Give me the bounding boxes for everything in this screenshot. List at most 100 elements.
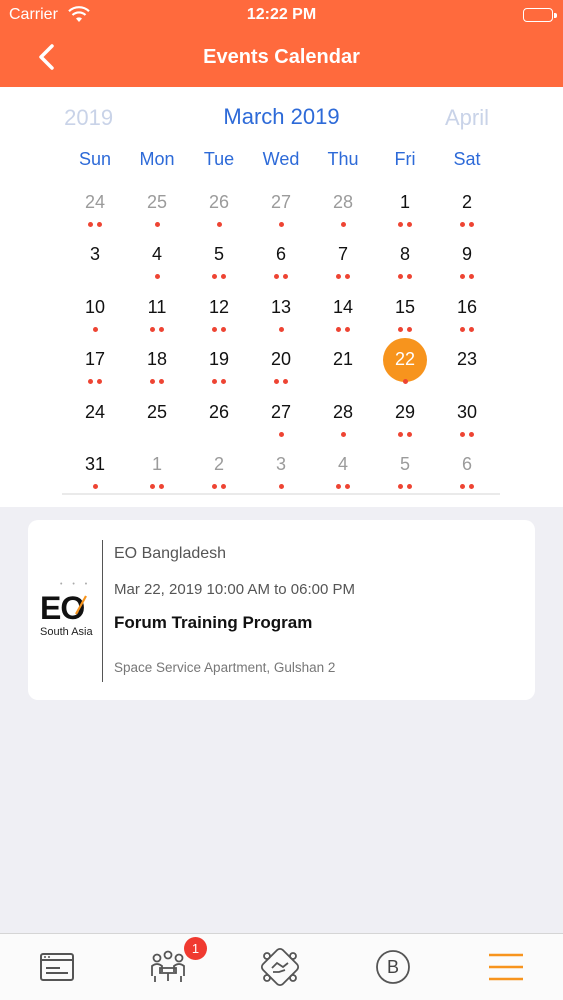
- day-cell[interactable]: 2: [436, 188, 498, 240]
- tab-browser[interactable]: [36, 946, 78, 988]
- event-dot: [283, 274, 288, 280]
- event-dot: [278, 484, 284, 489]
- event-dots: [374, 379, 436, 387]
- day-number: 22: [394, 349, 416, 370]
- day-number: 6: [275, 244, 286, 265]
- day-cell[interactable]: 24: [64, 398, 126, 450]
- page-title: Events Calendar: [203, 46, 360, 68]
- tab-b[interactable]: B: [372, 946, 414, 988]
- day-cell[interactable]: 28: [312, 398, 374, 450]
- event-dots: [188, 274, 250, 282]
- event-dot: [469, 274, 474, 280]
- day-cell[interactable]: 28: [312, 188, 374, 240]
- day-cell[interactable]: 3: [64, 240, 126, 292]
- day-cell[interactable]: 15: [374, 293, 436, 345]
- day-cell[interactable]: 14: [312, 293, 374, 345]
- day-number: 5: [213, 244, 224, 265]
- next-month-label[interactable]: April: [445, 105, 489, 131]
- event-dot: [278, 222, 284, 227]
- day-cell[interactable]: 21: [312, 345, 374, 397]
- event-dot: [460, 326, 465, 332]
- day-number: 13: [270, 296, 292, 317]
- event-dot: [345, 326, 350, 332]
- day-cell[interactable]: 4: [126, 240, 188, 292]
- event-dot: [216, 222, 222, 227]
- event-dot: [278, 431, 284, 437]
- day-cell[interactable]: 27: [250, 398, 312, 450]
- day-number: 20: [270, 349, 292, 370]
- day-cell[interactable]: 26: [188, 188, 250, 240]
- event-dots: [374, 222, 436, 230]
- day-cell[interactable]: 10: [64, 293, 126, 345]
- day-cell[interactable]: 11: [126, 293, 188, 345]
- weekday-label: Fri: [394, 149, 416, 169]
- day-cell[interactable]: 17: [64, 345, 126, 397]
- event-dots: [188, 326, 250, 335]
- day-cell[interactable]: 25: [126, 398, 188, 450]
- weekday-label: Thu: [327, 149, 359, 169]
- event-dots: [312, 222, 374, 230]
- day-cell[interactable]: 9: [436, 240, 498, 292]
- event-dots: [126, 326, 188, 335]
- day-cell[interactable]: 16: [436, 293, 498, 345]
- day-cell[interactable]: 23: [436, 345, 498, 397]
- event-dot: [159, 379, 164, 385]
- day-cell[interactable]: 12: [188, 293, 250, 345]
- day-cell[interactable]: 30: [436, 398, 498, 450]
- day-cell[interactable]: 29: [374, 398, 436, 450]
- event-dot: [407, 326, 412, 332]
- battery-icon: [523, 8, 557, 22]
- day-cell[interactable]: 7: [312, 240, 374, 292]
- tab-partners[interactable]: [259, 946, 301, 988]
- day-cell[interactable]: 5: [188, 240, 250, 292]
- event-dots: [126, 432, 188, 440]
- event-dot: [345, 274, 350, 280]
- day-number: 2: [461, 192, 472, 212]
- event-dots: [312, 326, 374, 335]
- event-dot: [283, 379, 288, 385]
- browser-icon: [40, 953, 74, 981]
- event-dot: [212, 326, 217, 332]
- event-dot: [336, 326, 341, 332]
- day-number: 4: [151, 244, 162, 265]
- tab-meetings[interactable]: [147, 946, 189, 988]
- day-cell-selected[interactable]: 22: [374, 338, 436, 397]
- tab-menu[interactable]: [485, 946, 527, 988]
- event-dots: [312, 379, 374, 387]
- day-cell[interactable]: 26: [188, 398, 250, 450]
- day-number: 12: [208, 296, 230, 317]
- event-dot: [159, 326, 164, 332]
- event-dot: [221, 326, 226, 332]
- event-dot: [97, 222, 102, 227]
- day-number: 10: [84, 296, 106, 317]
- event-dots: [374, 274, 436, 282]
- event-dots: [250, 431, 312, 440]
- event-dots: [64, 432, 126, 440]
- logo-region: South Asia: [40, 626, 93, 638]
- event-dot: [159, 484, 164, 489]
- day-cell[interactable]: 20: [250, 345, 312, 397]
- handshake-icon: [260, 947, 300, 987]
- event-card[interactable]: • • • EO South Asia EO Bangladesh Mar 22…: [28, 520, 535, 700]
- day-cell[interactable]: 25: [126, 188, 188, 240]
- day-number: 1: [151, 454, 162, 474]
- day-cell[interactable]: 6: [250, 240, 312, 292]
- event-dots: [64, 274, 126, 282]
- day-cell[interactable]: 18: [126, 345, 188, 397]
- day-number: 16: [456, 296, 478, 317]
- event-dot: [407, 431, 412, 437]
- day-cell[interactable]: 1: [374, 188, 436, 240]
- weekday-label: Mon: [139, 149, 175, 169]
- day-cell[interactable]: 13: [250, 293, 312, 345]
- day-cell[interactable]: 8: [374, 240, 436, 292]
- event-dots: [250, 274, 312, 282]
- day-cell[interactable]: 19: [188, 345, 250, 397]
- day-number: 2: [213, 454, 224, 474]
- event-dot: [460, 222, 465, 227]
- day-cell[interactable]: 27: [250, 188, 312, 240]
- tab-bar: B: [0, 933, 563, 1000]
- event-dots: [126, 222, 188, 230]
- event-dot: [212, 379, 217, 385]
- event-dot: [150, 484, 155, 489]
- day-cell[interactable]: 24: [64, 188, 126, 240]
